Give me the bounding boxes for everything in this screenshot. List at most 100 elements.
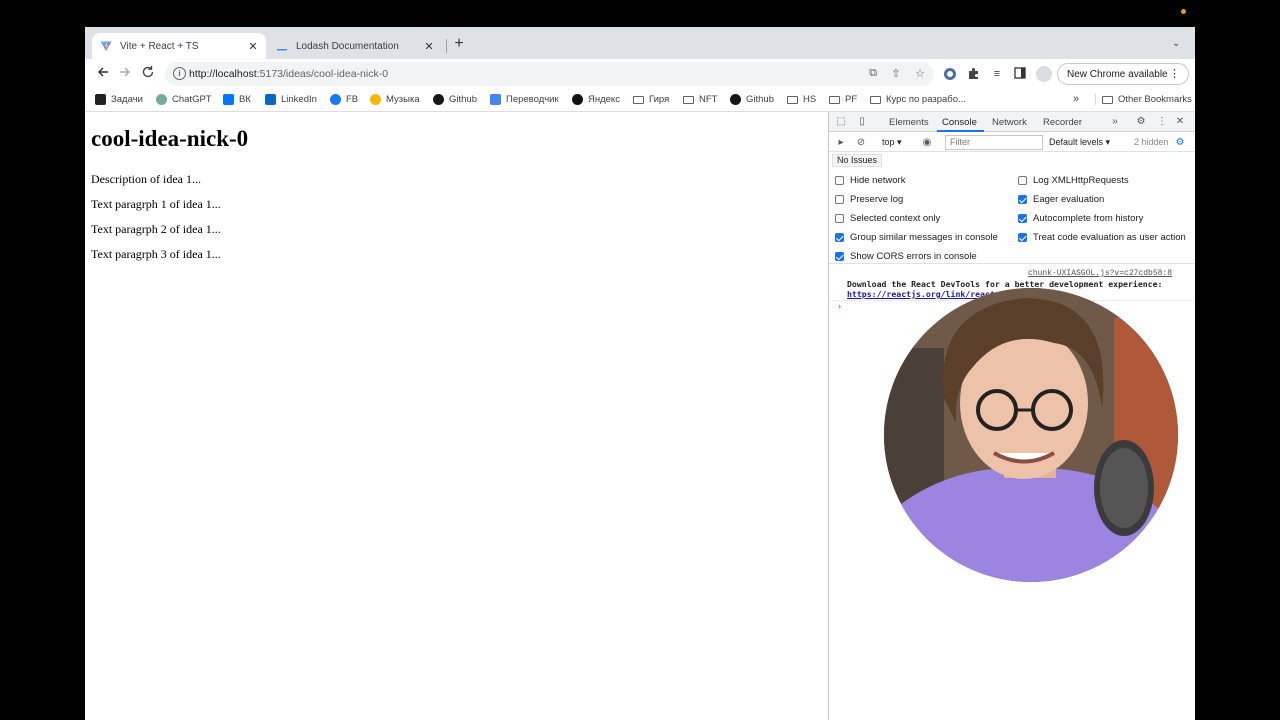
github-icon — [730, 94, 741, 105]
bookmark-github[interactable]: Github — [433, 94, 477, 105]
more-menu-icon[interactable]: ⋮ — [1169, 67, 1180, 80]
bookmark-folder-pf[interactable]: PF — [829, 94, 857, 105]
devtools-tabs: ⬚ ▯ Elements Console Network Recorder » … — [829, 112, 1195, 132]
tab-elements[interactable]: Elements — [889, 117, 929, 128]
checkbox[interactable] — [835, 252, 844, 261]
vk-icon — [223, 94, 234, 105]
side-panel-icon[interactable] — [1013, 67, 1027, 81]
bookmark-folder-nft[interactable]: NFT — [683, 94, 717, 105]
bookmark-linkedin[interactable]: LinkedIn — [265, 94, 317, 105]
bookmark-vk[interactable]: ВК — [223, 94, 251, 105]
setting-treat-code-eval[interactable]: Treat code evaluation as user action — [1018, 232, 1186, 243]
settings-gear-icon[interactable]: ⚙ — [1135, 116, 1147, 127]
media-queue-icon[interactable]: ≡ — [990, 67, 1004, 81]
new-chrome-button[interactable]: New Chrome available ⋮ — [1057, 63, 1189, 85]
tab-search-button[interactable]: ⌄ — [1172, 38, 1180, 49]
bookmark-star-icon[interactable]: ☆ — [913, 67, 927, 80]
page-content: cool-idea-nick-0 Description of idea 1..… — [85, 113, 828, 720]
close-icon[interactable]: ✕ — [246, 40, 260, 53]
checkbox[interactable] — [835, 195, 844, 204]
context-select[interactable]: top ▾ — [882, 137, 902, 148]
bookmark-translate[interactable]: Переводчик — [490, 94, 559, 105]
idea-paragraph: Text paragrph 3 of idea 1... — [91, 247, 221, 261]
checkbox[interactable] — [1018, 176, 1027, 185]
inspect-element-icon[interactable]: ⬚ — [835, 116, 847, 127]
bookmark-folder-girya[interactable]: Гиря — [633, 94, 669, 105]
setting-autocomplete[interactable]: Autocomplete from history — [1018, 213, 1143, 224]
checkbox[interactable] — [835, 176, 844, 185]
tab-title: Lodash Documentation — [296, 40, 399, 52]
bookmarks-bar: Задачи ChatGPT ВК LinkedIn FB Музыка Git… — [85, 89, 1195, 112]
new-tab-button[interactable]: + — [451, 36, 467, 52]
extension-account-icon[interactable] — [943, 67, 957, 81]
bookmark-chatgpt[interactable]: ChatGPT — [156, 94, 212, 105]
bookmarks-overflow-icon[interactable]: » — [1073, 93, 1079, 105]
bookmark-music[interactable]: Музыка — [370, 94, 420, 105]
setting-show-cors[interactable]: Show CORS errors in console — [835, 251, 977, 262]
more-tabs-icon[interactable]: » — [1109, 116, 1121, 127]
bookmark-github-2[interactable]: Github — [730, 94, 774, 105]
setting-group-similar[interactable]: Group similar messages in console — [835, 232, 998, 243]
close-icon[interactable]: ✕ — [422, 40, 436, 53]
back-button[interactable] — [94, 65, 112, 83]
log-levels-dropdown[interactable]: Default levels ▾ — [1049, 137, 1110, 148]
close-devtools-icon[interactable]: ✕ — [1174, 116, 1186, 127]
folder-icon — [683, 95, 694, 104]
screen: Vite + React + TS ✕ Lodash Documentation… — [0, 0, 1280, 720]
live-expression-eye-icon[interactable]: ◉ — [921, 137, 933, 148]
address-bar[interactable]: i http://localhost:5173/ideas/cool-idea-… — [165, 62, 934, 86]
devtools-menu-icon[interactable]: ⋮ — [1156, 116, 1168, 127]
console-filter-input[interactable]: Filter — [945, 135, 1043, 150]
console-source-link[interactable]: chunk-UXIASGOL.js?v=c27cdb58:8 — [1028, 269, 1172, 278]
webcam-person-image — [884, 288, 1178, 582]
setting-log-xhr[interactable]: Log XMLHttpRequests — [1018, 175, 1129, 186]
folder-icon — [1102, 95, 1113, 104]
bookmark-folder-hs[interactable]: HS — [787, 94, 816, 105]
extensions-puzzle-icon[interactable] — [966, 67, 980, 81]
clear-console-icon[interactable]: ⊘ — [855, 137, 867, 148]
hidden-count: 2 hidden — [1134, 137, 1169, 147]
bookmark-yandex[interactable]: Яндекс — [572, 94, 620, 105]
forward-button[interactable] — [116, 65, 134, 83]
console-prompt-icon[interactable]: › — [838, 301, 841, 311]
share-icon[interactable]: ⇧ — [889, 67, 903, 80]
active-tab-indicator — [937, 130, 984, 132]
linkedin-icon — [265, 94, 276, 105]
checkbox[interactable] — [1018, 233, 1027, 242]
checkbox[interactable] — [835, 214, 844, 223]
profile-avatar[interactable] — [1036, 66, 1052, 82]
open-in-new-icon[interactable]: ⧉ — [866, 67, 880, 80]
tab-strip: Vite + React + TS ✕ Lodash Documentation… — [85, 27, 1195, 59]
webcam-overlay — [884, 288, 1178, 582]
folder-icon — [829, 95, 840, 104]
bookmark-folder-course[interactable]: Курс по разрабо... — [870, 94, 966, 105]
music-icon — [370, 94, 381, 105]
checkbox[interactable] — [1018, 214, 1027, 223]
issues-badge[interactable]: No Issues — [832, 154, 883, 167]
idea-paragraph: Text paragrph 1 of idea 1... — [91, 197, 221, 211]
folder-icon — [633, 95, 644, 104]
setting-preserve-log[interactable]: Preserve log — [835, 194, 903, 205]
device-toolbar-icon[interactable]: ▯ — [856, 116, 868, 127]
tab-recorder[interactable]: Recorder — [1043, 117, 1082, 128]
checkbox[interactable] — [1018, 195, 1027, 204]
translate-icon — [490, 94, 501, 105]
new-chrome-label: New Chrome available — [1067, 68, 1168, 80]
setting-hide-network[interactable]: Hide network — [835, 175, 905, 186]
checkbox[interactable] — [835, 233, 844, 242]
setting-selected-context[interactable]: Selected context only — [835, 213, 940, 224]
setting-eager-eval[interactable]: Eager evaluation — [1018, 194, 1104, 205]
console-settings-icon[interactable]: ⚙ — [1174, 137, 1186, 148]
lodash-icon — [276, 40, 288, 52]
reload-button[interactable] — [139, 65, 157, 83]
bookmark-fb[interactable]: FB — [330, 94, 358, 105]
sidebar-toggle-icon[interactable]: ▸ — [835, 137, 847, 148]
toolbar: i http://localhost:5173/ideas/cool-idea-… — [85, 59, 1195, 89]
tab-console[interactable]: Console — [942, 117, 977, 128]
tab-lodash[interactable]: Lodash Documentation ✕ — [268, 33, 442, 59]
tab-network[interactable]: Network — [992, 117, 1027, 128]
site-info-icon[interactable]: i — [173, 67, 186, 80]
bookmark-other[interactable]: Other Bookmarks — [1095, 94, 1192, 105]
bookmark-zadachi[interactable]: Задачи — [95, 94, 143, 105]
tab-vite[interactable]: Vite + React + TS ✕ — [92, 33, 266, 59]
